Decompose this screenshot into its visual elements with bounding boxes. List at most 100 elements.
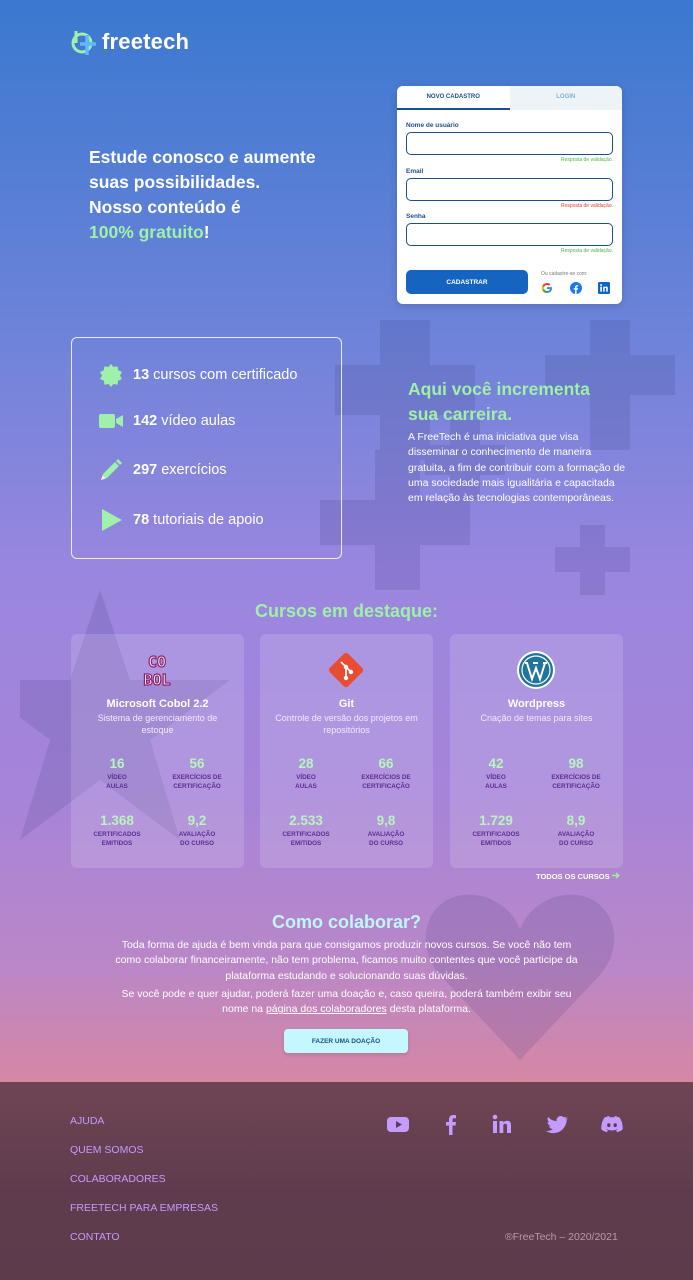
course-certificates-metric: 1.729 CERTIFICADOS EMITIDOS [456,813,536,848]
pencil-icon [101,459,122,480]
password-field-group: Senha Resposta de validação. [406,213,613,254]
course-description: Controle de versão dos projetos em repos… [275,713,418,735]
linkedin-footer-icon[interactable] [491,1113,513,1135]
footer-link-business[interactable]: FREETECH PARA EMPRESAS [70,1202,218,1214]
platform-stats-box: 13 cursos com certificado 142 vídeo aula… [71,337,342,559]
email-validation: Resposta de validação. [561,203,613,209]
email-input[interactable] [406,178,613,201]
password-input[interactable] [406,223,613,246]
course-certificates-metric: 1.368 CERTIFICADOS EMITIDOS [77,813,157,848]
youtube-icon[interactable] [387,1113,409,1135]
stat-tutorials: 78 tutoriais de apoio [99,508,264,532]
stat-exercises-label: exercícios [157,462,227,478]
google-icon[interactable] [541,282,553,294]
svg-text:BOL: BOL [143,671,170,689]
username-input[interactable] [406,132,613,155]
course-certificates-value: 2.533 [289,813,323,828]
footer-link-contact[interactable]: CONTATO [70,1231,120,1243]
tab-login[interactable]: LOGIN [509,86,622,110]
brand-name: freetech [102,29,190,54]
metric-label: DO CURSO [559,840,593,847]
metric-label: CERTIFICADOS [472,831,520,838]
collaborate-text-b: desta plataforma. [386,1003,471,1016]
tab-new-account[interactable]: NOVO CADASTRO [397,86,510,110]
metric-label: CERTIFICAÇÃO [173,783,221,790]
twitter-icon[interactable] [546,1113,568,1135]
footer-link-about[interactable]: QUEM SOMOS [70,1144,144,1156]
metric-label: CERTIFICADOS [282,831,330,838]
username-label: Nome de usuário [406,122,459,129]
hero-headline: Estude conosco e aumente suas possibilid… [89,145,359,245]
footer-link-help[interactable]: AJUDA [70,1115,104,1127]
contributors-page-link[interactable]: página dos colaboradores [266,1003,387,1015]
register-button[interactable]: CADASTRAR [406,270,528,294]
password-validation: Resposta de validação. [561,248,613,254]
signup-tabs: NOVO CADASTRO LOGIN [397,86,622,110]
course-description: Criação de temas para sites [480,713,593,723]
course-card-git[interactable]: Git Controle de versão dos projetos em r… [260,634,433,868]
metric-label: AULAS [106,783,128,790]
course-exercises-metric: 98 EXERCÍCIOS DE CERTIFICAÇÃO [536,756,616,791]
career-heading: Aqui você incrementa sua carreira. [408,377,628,427]
course-rating-metric: 9,2 AVALIAÇÃO DO CURSO [157,813,237,848]
course-rating-value: 9,8 [376,813,396,828]
freetech-logo-icon [71,31,96,55]
metric-label: VÍDEO [296,774,316,781]
metric-label: EXERCÍCIOS DE [172,774,222,781]
metric-label: VÍDEO [107,774,127,781]
metric-label: EMITIDOS [480,840,512,847]
course-videos-metric: 42 VÍDEO AULAS [456,756,536,791]
hero-highlight: 100% gratuito [89,222,204,242]
discord-icon[interactable] [601,1113,623,1135]
metric-label: EMITIDOS [101,840,133,847]
collaborate-paragraph-1: Toda forma de ajuda é bem vinda para que… [115,939,578,982]
username-field-group: Nome de usuário Resposta de validação. [406,122,613,163]
metric-label: CERTIFICADOS [93,831,141,838]
arrow-right-icon [611,872,620,879]
metric-label: AVALIAÇÃO [178,831,216,838]
stat-videos: 142 vídeo aulas [99,409,235,433]
stat-exercises: 297 exercícios [99,458,227,482]
signup-card: NOVO CADASTRO LOGIN Nome de usuário Resp… [397,86,622,304]
stat-tutorials-number: 78 [133,512,150,528]
video-camera-icon [99,414,123,428]
course-exercises-value: 66 [378,756,394,771]
course-name: Microsoft Cobol 2.2 [106,698,209,710]
donate-button[interactable]: FAZER UMA DOAÇÃO [284,1029,408,1053]
course-rating-metric: 9,8 AVALIAÇÃO DO CURSO [346,813,426,848]
course-card-cobol[interactable]: CO BOL Microsoft Cobol 2.2 Sistema de ge… [71,634,244,868]
course-rating-metric: 8,9 AVALIAÇÃO DO CURSO [536,813,616,848]
hero-exclamation: ! [203,222,210,242]
course-videos-value: 42 [488,756,504,771]
linkedin-icon[interactable] [598,282,610,294]
footer-link-contributors[interactable]: COLABORADORES [70,1173,166,1185]
social-signup-label: Ou cadastre-se com: [541,271,588,277]
email-field-group: Email Resposta de validação. [406,168,613,209]
collaborate-paragraph-2: Se você pode e quer ajudar, poderá fazer… [113,987,580,1018]
featured-courses-heading: Cursos em destaque: [254,601,439,621]
metric-label: DO CURSO [180,840,214,847]
hero-line-2: suas possibilidades. [89,172,261,192]
stat-courses: 13 cursos com certificado [99,363,297,387]
git-logo-icon [328,652,364,688]
hero-line-3: Nosso conteúdo é [89,197,241,217]
svg-text:CO: CO [148,653,166,671]
course-exercises-metric: 66 EXERCÍCIOS DE CERTIFICAÇÃO [346,756,426,791]
all-courses-link[interactable]: TODOS OS CURSOS [536,872,620,881]
course-videos-metric: 28 VÍDEO AULAS [266,756,346,791]
metric-label: EMITIDOS [290,840,322,847]
facebook-footer-icon[interactable] [440,1113,462,1135]
facebook-icon[interactable] [570,282,582,294]
career-heading-line-2: sua carreira. [408,404,513,424]
course-rating-value: 8,9 [566,813,586,828]
course-card-wordpress[interactable]: Wordpress Criação de temas para sites 42… [450,634,623,868]
brand-logo[interactable]: freetech [70,28,189,56]
password-label: Senha [406,213,426,220]
stat-tutorials-label: tutoriais de apoio [149,512,264,528]
stat-videos-label: vídeo aulas [157,413,236,429]
stat-courses-number: 13 [133,367,150,383]
stat-videos-number: 142 [133,413,158,429]
stat-exercises-number: 297 [133,462,158,478]
course-videos-value: 28 [298,756,314,771]
course-certificates-value: 1.368 [100,813,134,828]
